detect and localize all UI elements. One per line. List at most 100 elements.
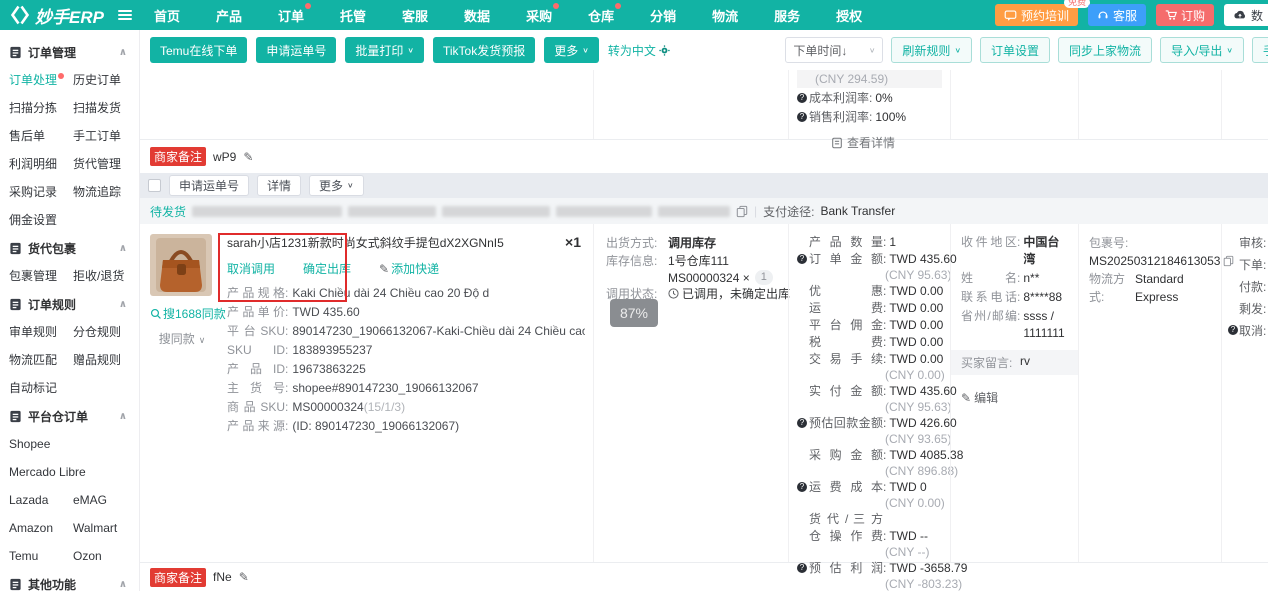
product-title[interactable]: sarah小店1231新款时尚女式斜纹手提包dX2XGNnI5 [227, 234, 504, 251]
prev-times-cell [1221, 70, 1268, 139]
amount-label: 实 付 金 额 [809, 383, 883, 400]
sort-select[interactable]: 下单时间↓ ∨ [785, 37, 883, 63]
edit-note-icon[interactable]: ✎ [243, 150, 253, 164]
help-icon[interactable]: ? [797, 254, 807, 264]
sidebar-item-手工订单[interactable]: 手工订单 [73, 122, 139, 150]
sidebar-item-Amazon[interactable]: Amazon [9, 514, 73, 542]
sidebar-item-佣金设置[interactable]: 佣金设置 [9, 206, 73, 234]
nav-item-授权[interactable]: 授权 [836, 6, 862, 25]
action-button-详情[interactable]: 详情 [257, 175, 301, 196]
sidebar-section-平台仓订单[interactable]: 平台仓订单∧ [0, 402, 139, 430]
action-button-申请运单号[interactable]: 申请运单号 [169, 175, 249, 196]
time-row: 下单:20 [1228, 256, 1268, 273]
sidebar-item-Walmart[interactable]: Walmart [73, 514, 139, 542]
sidebar-section-订单管理[interactable]: 订单管理∧ [0, 38, 139, 66]
nav-item-订单[interactable]: 订单 [278, 6, 304, 25]
sidebar-item-Shopee[interactable]: Shopee [9, 430, 139, 458]
search-1688-link[interactable]: 搜1688同款 [150, 305, 214, 322]
toolbar-button-Temu在线下单[interactable]: Temu在线下单 [150, 37, 247, 63]
collapse-icon[interactable]: ∧ [119, 579, 127, 590]
help-icon[interactable]: ? [797, 112, 807, 122]
sidebar-item-扫描发货[interactable]: 扫描发货 [73, 94, 139, 122]
sidebar-section-货代包裹[interactable]: 货代包裹∧ [0, 234, 139, 262]
sidebar-item-自动标记[interactable]: 自动标记 [9, 374, 73, 402]
nav-item-数据[interactable]: 数据 [464, 6, 490, 25]
collapse-icon[interactable]: ∧ [119, 299, 127, 310]
nav-item-首页[interactable]: 首页 [154, 6, 180, 25]
sidebar-section-其他功能[interactable]: 其他功能∧ [0, 570, 139, 591]
product-link-添加快递[interactable]: ✎添加快递 [379, 260, 439, 277]
sidebar-item-Ozon[interactable]: Ozon [73, 542, 139, 570]
product-link-取消调用[interactable]: 取消调用 [227, 260, 275, 277]
help-icon[interactable]: ? [797, 93, 807, 103]
nav-item-托管[interactable]: 托管 [340, 6, 366, 25]
sidebar-item-赠品规则[interactable]: 赠品规则 [73, 346, 139, 374]
toolbar-button-同步上家物流[interactable]: 同步上家物流 [1058, 37, 1152, 63]
collapse-icon[interactable]: ∧ [119, 243, 127, 254]
nav-item-仓库[interactable]: 仓库 [588, 6, 614, 25]
edit-recipient-link[interactable]: ✎编辑 [961, 389, 1070, 406]
sidebar-item-利润明细[interactable]: 利润明细 [9, 150, 73, 178]
sidebar-item-历史订单[interactable]: 历史订单 [73, 66, 139, 94]
toolbar-button-申请运单号[interactable]: 申请运单号 [256, 37, 336, 63]
toolbar-right-buttons: 刷新规则∨ 订单设置同步上家物流导入/导出∨ 手 [891, 37, 1268, 63]
sidebar-item-Lazada[interactable]: Lazada [9, 486, 73, 514]
sidebar-item-分仓规则[interactable]: 分仓规则 [73, 318, 139, 346]
sidebar-item-物流追踪[interactable]: 物流追踪 [73, 178, 139, 206]
sidebar-item-拒收/退货[interactable]: 拒收/退货 [73, 262, 139, 290]
sidebar-item-eMAG[interactable]: eMAG [73, 486, 139, 514]
toolbar-button-刷新规则[interactable]: 刷新规则∨ [891, 37, 972, 63]
nav-item-采购[interactable]: 采购 [526, 6, 552, 25]
toolbar-button-订单设置[interactable]: 订单设置 [980, 37, 1050, 63]
help-icon[interactable]: ? [1228, 325, 1238, 335]
copy-icon[interactable] [736, 205, 748, 218]
sidebar-section-订单规则[interactable]: 订单规则∧ [0, 290, 139, 318]
search-same-link[interactable]: 搜同款∨ [150, 330, 214, 347]
nav-item-服务[interactable]: 服务 [774, 6, 800, 25]
data-migration-button[interactable]: 数 [1224, 4, 1268, 26]
help-icon[interactable]: ? [797, 418, 807, 428]
nav-item-产品[interactable]: 产品 [216, 6, 242, 25]
toolbar-button-导入/导出[interactable]: 导入/导出∨ [1160, 37, 1244, 63]
chevron-down-icon: ∨ [582, 46, 589, 55]
sidebar-item-订单处理[interactable]: 订单处理 [9, 66, 73, 94]
sidebar-item-售后单[interactable]: 售后单 [9, 122, 73, 150]
collapse-icon[interactable]: ∧ [119, 411, 127, 422]
sidebar-item-扫描分拣[interactable]: 扫描分拣 [9, 94, 73, 122]
support-button[interactable]: 客服 [1088, 4, 1146, 26]
search-1688-label: 搜1688同款 [163, 305, 226, 322]
sidebar-item-采购记录[interactable]: 采购记录 [9, 178, 73, 206]
sidebar-item-货代管理[interactable]: 货代管理 [73, 150, 139, 178]
translate-link[interactable]: 转为中文 [608, 42, 670, 59]
product-link-确定出库[interactable]: 确定出库 [303, 260, 351, 277]
toolbar-button-更多[interactable]: 更多∨ [544, 37, 599, 63]
sidebar-item-审单规则[interactable]: 审单规则 [9, 318, 73, 346]
nav-item-客服[interactable]: 客服 [402, 6, 428, 25]
menu-toggle-icon[interactable] [118, 10, 132, 20]
help-icon[interactable]: ? [797, 482, 807, 492]
amount-row: 实 付 金 额:TWD 435.60 [797, 383, 942, 400]
order-checkbox[interactable] [148, 179, 161, 192]
sidebar-item-包裹管理[interactable]: 包裹管理 [9, 262, 73, 290]
sidebar-item-物流匹配[interactable]: 物流匹配 [9, 346, 73, 374]
toolbar-button-TikTok发货预报[interactable]: TikTok发货预报 [433, 37, 535, 63]
collapse-icon[interactable]: ∧ [119, 47, 127, 58]
training-button[interactable]: 预约培训 免费 [995, 4, 1078, 26]
sidebar-item-Mercado Libre[interactable]: Mercado Libre [9, 458, 139, 486]
edit-note-icon[interactable]: ✎ [239, 570, 249, 584]
sidebar-item-Temu[interactable]: Temu [9, 542, 73, 570]
recipient-row: 收件地区:中国台湾 [961, 234, 1070, 268]
help-icon[interactable]: ? [797, 563, 807, 573]
nav-item-物流[interactable]: 物流 [712, 6, 738, 25]
order-action-bar: 申请运单号详情更多∨ [140, 173, 1268, 198]
nav-item-分销[interactable]: 分销 [650, 6, 676, 25]
toolbar-button-手[interactable]: 手 [1252, 37, 1268, 63]
prev-view-detail-link[interactable]: 查看详情 [831, 134, 942, 151]
spec-value: shopee#890147230_19066132067 [292, 379, 478, 398]
action-button-更多[interactable]: 更多∨ [309, 175, 364, 196]
spec-value: MS00000324(15/1/3) [292, 398, 405, 417]
purchase-button[interactable]: 订购 [1156, 4, 1214, 26]
toolbar-button-批量打印[interactable]: 批量打印∨ [345, 37, 424, 63]
time-label: 下单: [1239, 256, 1266, 273]
product-image[interactable] [150, 234, 212, 296]
